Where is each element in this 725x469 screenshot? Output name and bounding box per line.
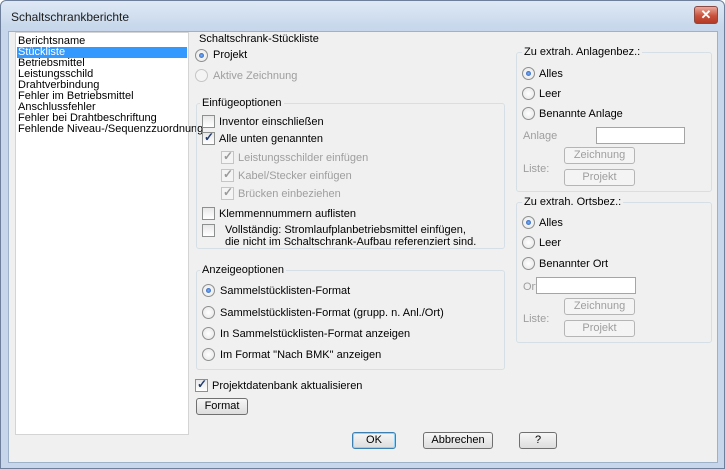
display-format-radio-2[interactable]: [202, 306, 215, 319]
location-all-radio[interactable]: [522, 216, 535, 229]
update-db-label: Projektdatenbank aktualisieren: [212, 380, 363, 392]
format-button[interactable]: Format: [196, 398, 248, 415]
installation-named-label: Benannte Anlage: [539, 108, 623, 120]
window-title: Schaltschrankberichte: [11, 10, 130, 24]
installation-all-radio[interactable]: [522, 67, 535, 80]
location-empty-radio[interactable]: [522, 236, 535, 249]
installation-project-button[interactable]: Projekt: [564, 169, 635, 186]
nameplates-checkbox[interactable]: [221, 149, 234, 164]
location-named-label: Benannter Ort: [539, 258, 609, 270]
installation-all-label: Alles: [539, 68, 563, 80]
jumpers-checkbox[interactable]: [221, 185, 234, 200]
installation-group-title: Zu extrah. Anlagenbez.:: [522, 46, 643, 58]
include-inventor-label: Inventor einschließen: [219, 116, 324, 128]
report-listbox[interactable]: Berichtsname Stückliste Betriebsmittel L…: [15, 32, 203, 435]
cancel-button[interactable]: Abbrechen: [423, 432, 493, 449]
location-drawing-button[interactable]: Zeichnung: [564, 298, 635, 315]
display-format-radio-1[interactable]: [202, 284, 215, 297]
all-below-label: Alle unten genannten: [219, 133, 323, 145]
ok-button[interactable]: OK: [352, 432, 396, 449]
cables-connectors-checkbox[interactable]: [221, 167, 234, 182]
update-db-checkbox[interactable]: [195, 377, 208, 392]
display-format-label-2: Sammelstücklisten-Format (grupp. n. Anl.…: [220, 307, 444, 319]
location-list-label: Liste:: [523, 313, 550, 325]
display-options-title: Anzeigeoptionen: [200, 264, 286, 276]
display-format-label-1: Sammelstücklisten-Format: [220, 285, 351, 297]
installation-field-label: Anlage: [523, 130, 558, 142]
include-inventor-checkbox[interactable]: [202, 115, 215, 128]
list-item[interactable]: Fehlende Niveau-/Sequenzzuordnung: [17, 124, 203, 135]
complete-label-line1: Vollständig: Stromlaufplanbetriebsmittel…: [225, 224, 466, 236]
location-named-radio[interactable]: [522, 257, 535, 270]
close-button[interactable]: ✕: [694, 6, 718, 24]
location-empty-label: Leer: [539, 237, 562, 249]
scope-active-drawing-radio[interactable]: [195, 69, 208, 82]
help-button[interactable]: ?: [519, 432, 557, 449]
all-below-checkbox[interactable]: [202, 130, 215, 145]
scope-project-radio[interactable]: [195, 49, 208, 62]
scope-active-drawing-label: Aktive Zeichnung: [213, 70, 298, 82]
terminal-numbers-label: Klemmennummern auflisten: [219, 208, 356, 220]
display-format-label-4: Im Format "Nach BMK" anzeigen: [220, 349, 382, 361]
scope-project-label: Projekt: [213, 49, 248, 61]
location-group-title: Zu extrah. Ortsbez.:: [522, 196, 624, 208]
installation-empty-label: Leer: [539, 88, 562, 100]
display-format-label-3: In Sammelstücklisten-Format anzeigen: [220, 328, 411, 340]
cables-connectors-label: Kabel/Stecker einfügen: [238, 170, 352, 182]
installation-named-radio[interactable]: [522, 107, 535, 120]
installation-empty-radio[interactable]: [522, 87, 535, 100]
dialog-client-area: Berichtsname Stückliste Betriebsmittel L…: [8, 31, 718, 463]
main-group-title: Schaltschrank-Stückliste: [199, 33, 319, 45]
title-bar: Schaltschrankberichte ✕: [1, 1, 724, 31]
display-format-radio-4[interactable]: [202, 348, 215, 361]
installation-drawing-button[interactable]: Zeichnung: [564, 147, 635, 164]
terminal-numbers-checkbox[interactable]: [202, 207, 215, 220]
jumpers-label: Brücken einbeziehen: [238, 188, 341, 200]
nameplates-label: Leistungsschilder einfügen: [238, 152, 369, 164]
insert-options-title: Einfügeoptionen: [200, 97, 284, 109]
complete-checkbox[interactable]: [202, 224, 215, 237]
complete-label-line2: die nicht im Schaltschrank-Aufbau refere…: [225, 236, 477, 248]
installation-list-label: Liste:: [523, 163, 550, 175]
installation-field-input[interactable]: [596, 127, 685, 144]
location-field-input[interactable]: [536, 277, 636, 294]
location-project-button[interactable]: Projekt: [564, 320, 635, 337]
dialog-window: Schaltschrankberichte ✕ Berichtsname Stü…: [0, 0, 725, 469]
display-format-radio-3[interactable]: [202, 327, 215, 340]
location-all-label: Alles: [539, 217, 563, 229]
